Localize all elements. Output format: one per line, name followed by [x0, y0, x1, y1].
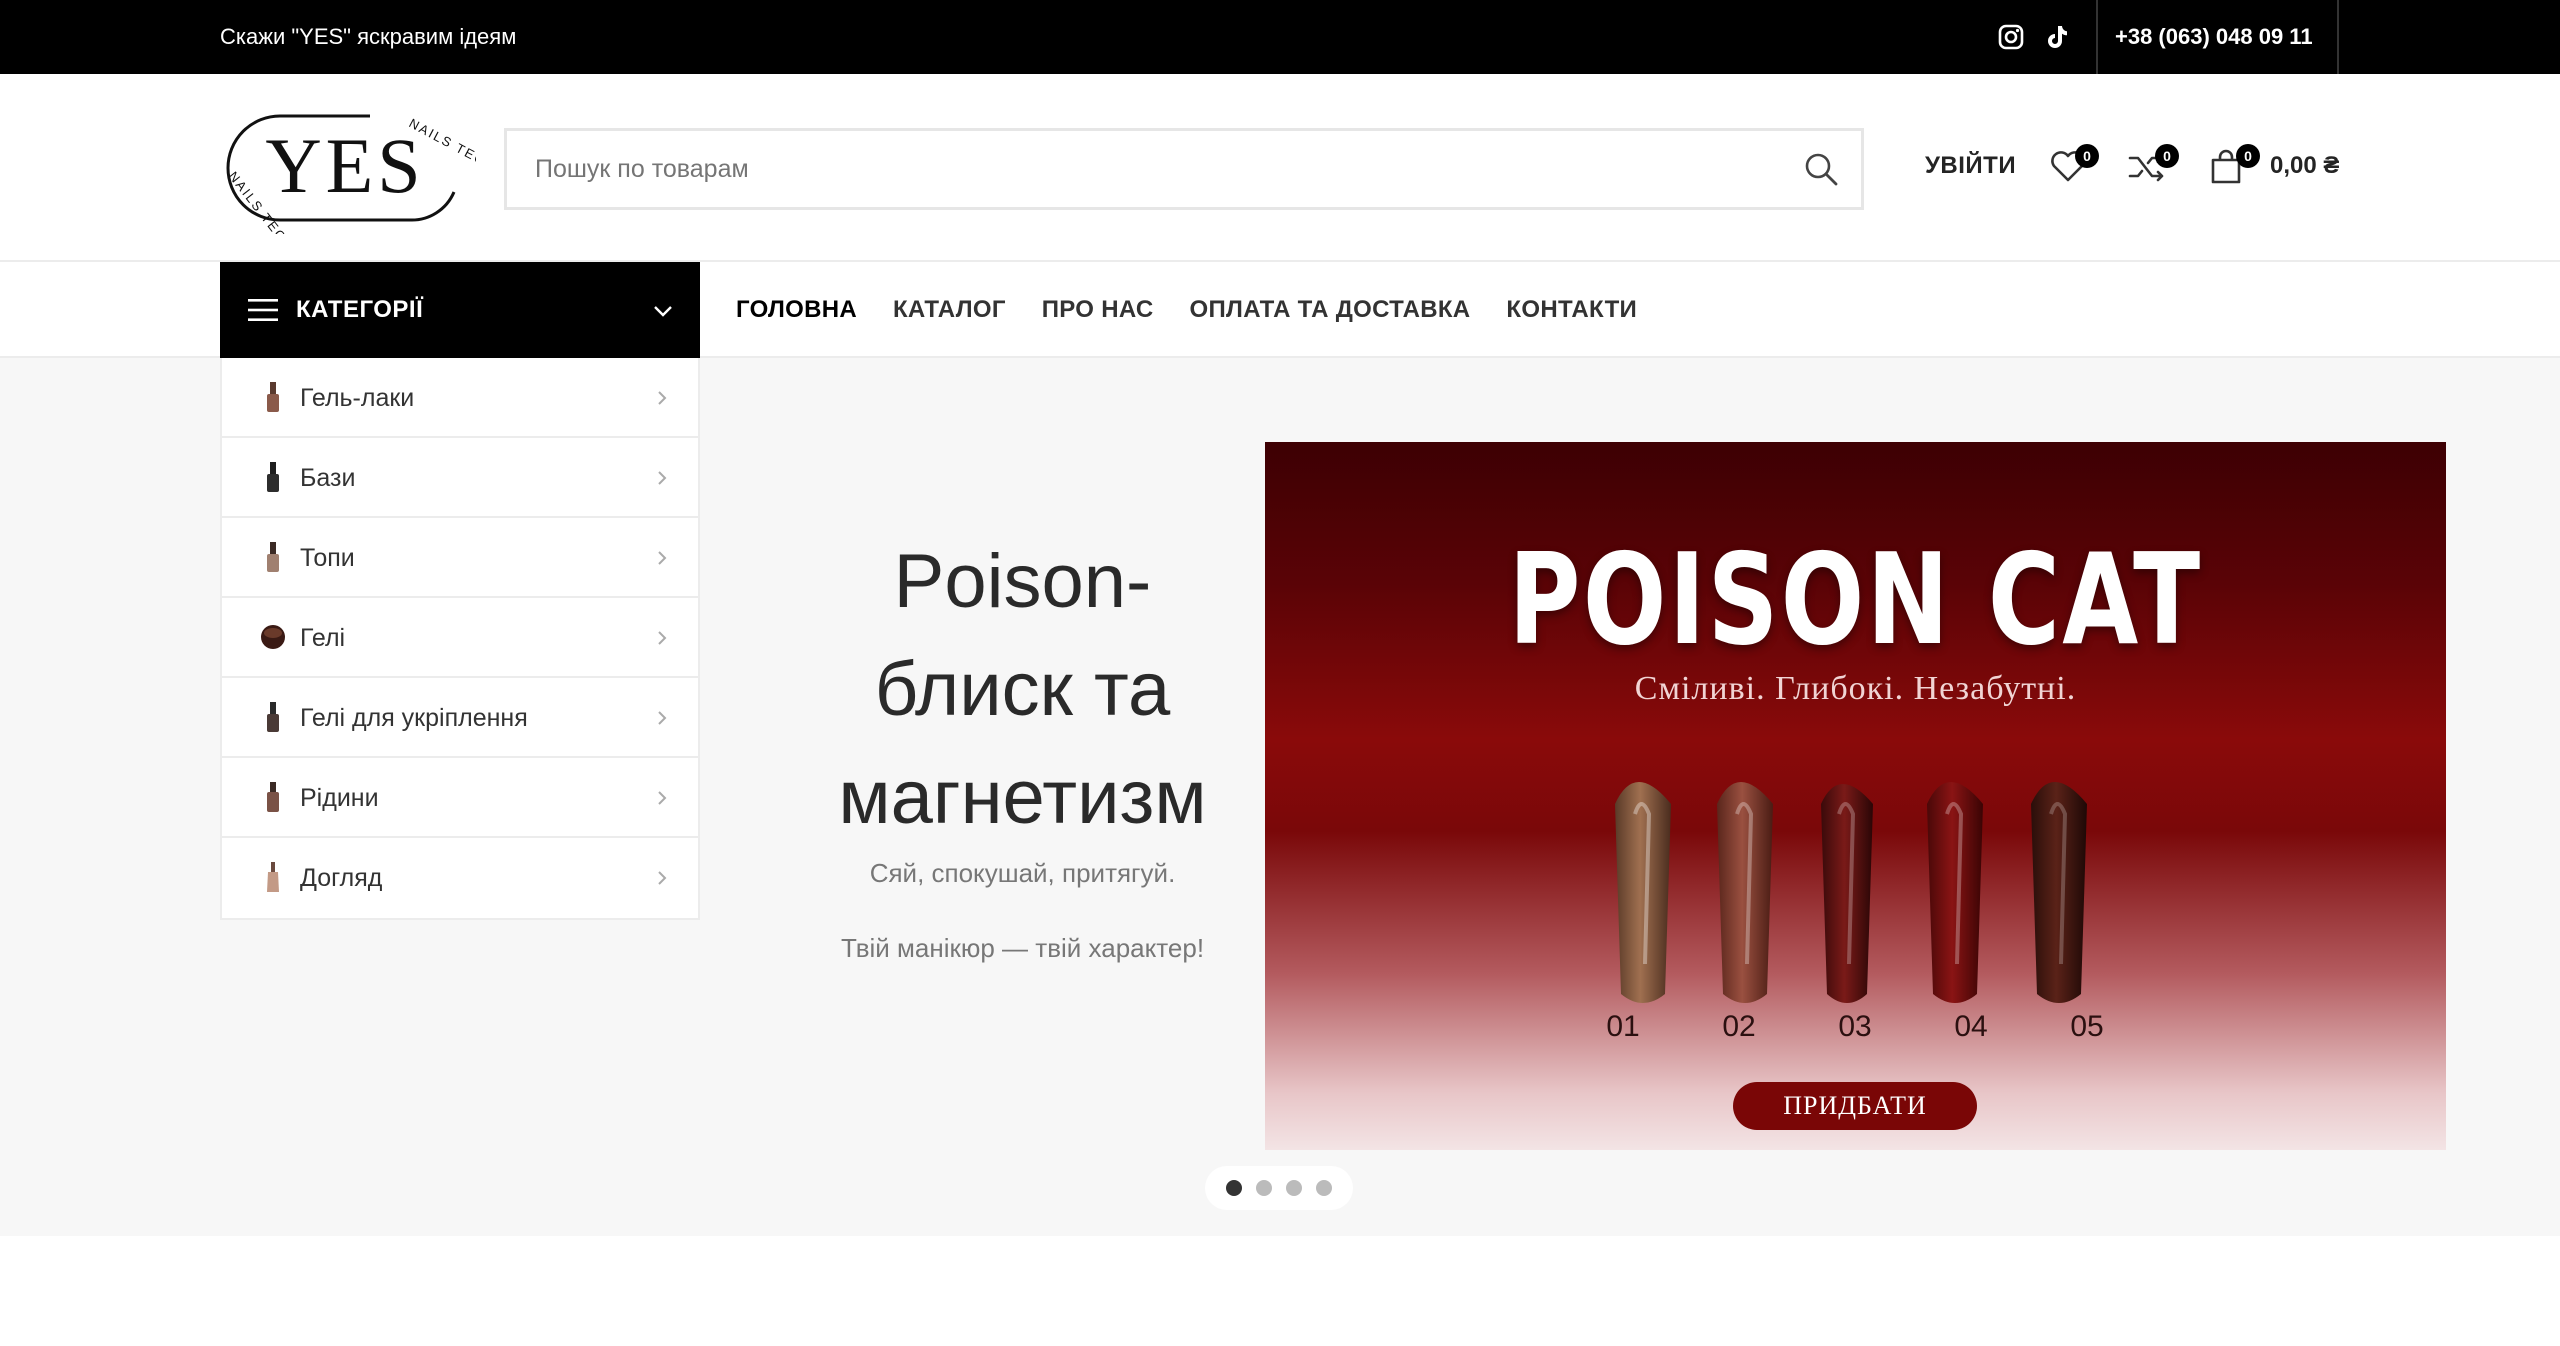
- category-label: Рідини: [300, 784, 379, 812]
- category-item-builder-gels[interactable]: Гелі для укріплення: [222, 678, 698, 758]
- site-header: YES NAILS TECH NAILS TECH УВІЙТИ 0 0 0 0…: [0, 74, 2560, 262]
- category-label: Гелі: [300, 624, 346, 652]
- cart-count-badge: 0: [2236, 144, 2260, 168]
- promo-text: Скажи "YES" яскравим ідеям: [220, 24, 517, 49]
- category-label: Бази: [300, 464, 356, 492]
- wishlist-count-badge: 0: [2075, 144, 2099, 168]
- nav-item-payment-delivery[interactable]: ОПЛАТА ТА ДОСТАВКА: [1190, 296, 1471, 324]
- slider-pagination: [1205, 1166, 1353, 1210]
- promo-banner[interactable]: POISON CAT Сміливі. Глибокі. Незабутні. …: [1265, 442, 2446, 1150]
- slider-dot-2[interactable]: [1256, 1180, 1272, 1196]
- site-logo[interactable]: YES NAILS TECH NAILS TECH: [220, 104, 499, 254]
- nail-swatches-image: [1615, 782, 2087, 1003]
- category-item-tops[interactable]: Топи: [222, 518, 698, 598]
- category-label: Гелі для укріплення: [300, 704, 528, 732]
- shade-label: 01: [1606, 1010, 1640, 1043]
- topbar-divider: [2337, 0, 2339, 74]
- nav-item-home[interactable]: ГОЛОВНА: [736, 296, 857, 324]
- banner-title: POISON CAT: [1508, 526, 2203, 673]
- chevron-right-icon: [656, 710, 668, 726]
- slider-dot-4[interactable]: [1316, 1180, 1332, 1196]
- menu-links: ГОЛОВНА КАТАЛОГ ПРО НАС ОПЛАТА ТА ДОСТАВ…: [736, 262, 1637, 358]
- category-label: Топи: [300, 544, 355, 572]
- chevron-right-icon: [656, 870, 668, 886]
- nail-polish-icon: [260, 700, 286, 734]
- category-item-gels[interactable]: Гелі: [222, 598, 698, 678]
- hero-subtitle: Сяй, спокушай, притягуй.: [869, 858, 1176, 888]
- nav-item-contacts[interactable]: КОНТАКТИ: [1506, 296, 1637, 324]
- chevron-right-icon: [656, 470, 668, 486]
- category-label: Гель-лаки: [300, 384, 415, 412]
- chevron-right-icon: [656, 630, 668, 646]
- bottle-icon: [260, 780, 286, 814]
- tiktok-icon[interactable]: [2042, 22, 2072, 52]
- slider-dot-1[interactable]: [1226, 1180, 1242, 1196]
- hamburger-icon: [248, 298, 278, 322]
- category-item-gel-polish[interactable]: Гель-лаки: [222, 358, 698, 438]
- search-box: [504, 128, 1864, 210]
- nav-item-catalog[interactable]: КАТАЛОГ: [893, 296, 1006, 324]
- main-nav: КАТЕГОРІЇ ГОЛОВНА КАТАЛОГ ПРО НАС ОПЛАТА…: [0, 262, 2560, 358]
- category-item-care[interactable]: Догляд: [222, 838, 698, 918]
- shade-labels: 01 02 03 04 05: [1565, 1010, 2145, 1044]
- categories-toggle-button[interactable]: КАТЕГОРІЇ: [220, 262, 700, 358]
- hero-subtitle-2: Твій манікюр — твій характер!: [840, 933, 1205, 963]
- topbar-divider: [2096, 0, 2098, 74]
- hero-section: Гель-лаки Бази Топи Гелі Гелі для укріпл…: [0, 358, 2560, 1236]
- chevron-right-icon: [656, 550, 668, 566]
- chevron-down-icon: [652, 300, 674, 322]
- banner-subtitle: Сміливі. Глибокі. Незабутні.: [1634, 670, 2077, 707]
- nail-polish-icon: [260, 540, 286, 574]
- buy-button[interactable]: ПРИДБАТИ: [1733, 1082, 1977, 1130]
- categories-list: Гель-лаки Бази Топи Гелі Гелі для укріпл…: [220, 358, 700, 920]
- category-label: Догляд: [300, 864, 383, 892]
- slider-dot-3[interactable]: [1286, 1180, 1302, 1196]
- social-links: [1996, 22, 2072, 52]
- nail-polish-icon: [260, 380, 286, 414]
- shade-label: 05: [2070, 1010, 2104, 1043]
- chevron-right-icon: [656, 790, 668, 806]
- gel-jar-icon: [260, 620, 286, 654]
- top-bar: Скажи "YES" яскравим ідеям +38 (063) 048…: [0, 0, 2560, 74]
- logo-text: YES: [265, 122, 424, 209]
- instagram-icon[interactable]: [1996, 22, 2026, 52]
- shade-label: 02: [1722, 1010, 1756, 1043]
- category-item-bases[interactable]: Бази: [222, 438, 698, 518]
- search-input[interactable]: [507, 131, 1757, 207]
- compare-count-badge: 0: [2155, 144, 2179, 168]
- nail-polish-icon: [260, 460, 286, 494]
- categories-label: КАТЕГОРІЇ: [296, 296, 424, 323]
- phone-link[interactable]: +38 (063) 048 09 11: [2115, 0, 2313, 74]
- login-link[interactable]: УВІЙТИ: [1925, 152, 2016, 180]
- oil-bottle-icon: [260, 860, 286, 894]
- nav-item-about[interactable]: ПРО НАС: [1042, 296, 1154, 324]
- hero-title: Poison-блиск та магнетизм: [838, 539, 1207, 840]
- category-item-liquids[interactable]: Рідини: [222, 758, 698, 838]
- shade-label: 03: [1838, 1010, 1872, 1043]
- search-icon[interactable]: [1803, 151, 1839, 187]
- cart-total[interactable]: 0,00 ₴: [2270, 152, 2339, 180]
- shade-label: 04: [1954, 1010, 1988, 1043]
- chevron-right-icon: [656, 390, 668, 406]
- hero-text-block: Poison-блиск та магнетизм Сяй, спокушай,…: [800, 528, 1245, 964]
